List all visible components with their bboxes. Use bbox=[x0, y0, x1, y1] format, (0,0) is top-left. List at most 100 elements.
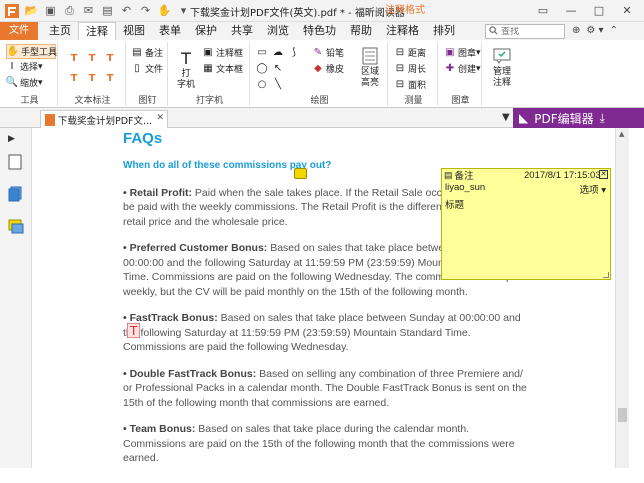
underline-button[interactable]: T bbox=[68, 72, 82, 84]
highlight-button[interactable]: T bbox=[68, 52, 82, 64]
typewriter-button[interactable]: T 打 字机 bbox=[174, 48, 198, 91]
search-box[interactable] bbox=[485, 24, 565, 39]
tab-9[interactable]: 注释格 bbox=[379, 22, 426, 40]
rectangle-button[interactable]: ▭ bbox=[256, 46, 270, 58]
vertical-scrollbar[interactable]: ▲ bbox=[615, 128, 629, 468]
save-icon[interactable]: ▣ bbox=[43, 3, 58, 18]
close-comment-icon[interactable]: ✕ bbox=[599, 170, 608, 179]
comment-popup[interactable]: ▤ 备注 2017/8/1 17:15:03 ✕ liyao_sun 选项 ▾ … bbox=[441, 168, 611, 280]
polygon-button[interactable]: ○ bbox=[256, 78, 270, 90]
zoom-button[interactable]: 🔍 缩放 ▾ bbox=[6, 76, 43, 89]
cloud-button[interactable]: ☁ bbox=[272, 46, 286, 58]
collapse-ribbon-icon[interactable]: ⌃ bbox=[610, 25, 618, 36]
tab-6[interactable]: 浏览 bbox=[260, 22, 296, 40]
comment-box-button[interactable]: ▣ 注释框 bbox=[202, 46, 243, 59]
ribbon-toggle-icon[interactable]: ▭ bbox=[534, 2, 552, 18]
pencil-icon: ✎ bbox=[313, 47, 323, 58]
cloud-icon: ☁ bbox=[273, 46, 283, 58]
open-icon[interactable]: 📂 bbox=[24, 3, 39, 18]
area-button[interactable]: ⊟ 面积 bbox=[394, 78, 426, 91]
print-icon[interactable]: ⎙ bbox=[62, 3, 77, 18]
page-thumbnail-icon[interactable] bbox=[8, 154, 24, 170]
document-tab[interactable]: 下载奖金计划PDF文... ✕ bbox=[40, 110, 168, 128]
arrow-button[interactable]: ↖ bbox=[272, 62, 286, 74]
hand-tool-icon[interactable]: ✋ bbox=[157, 3, 172, 18]
select-icon: I bbox=[10, 61, 14, 72]
faq-paragraph: • FastTrack Bonus: Based on sales that t… bbox=[123, 311, 533, 355]
strikeout-t-icon: T bbox=[106, 52, 114, 64]
underline-squiggly-button[interactable]: T bbox=[86, 52, 100, 64]
select-button[interactable]: I 选择 ▾ bbox=[6, 60, 43, 73]
insert-text-button[interactable]: T bbox=[104, 72, 118, 84]
line-button[interactable]: ╲ bbox=[272, 78, 286, 90]
quick-access-toolbar: 📂 ▣ ⎙ ✉ ▤ ↶ ↷ ✋ ▾ bbox=[24, 3, 191, 18]
comment-options-button[interactable]: 选项 ▾ bbox=[580, 182, 606, 196]
tab-8[interactable]: 帮助 bbox=[343, 22, 379, 40]
tab-10[interactable]: 排列 bbox=[426, 22, 462, 40]
perimeter-button[interactable]: ⊟ 周长 bbox=[394, 62, 426, 75]
replace-text-button[interactable]: T bbox=[86, 72, 100, 84]
pdf-editor-button[interactable]: ◣ PDF编辑器 ⤓ bbox=[513, 108, 644, 128]
polyline-button[interactable]: ⟆ bbox=[288, 46, 302, 58]
tab-0[interactable]: 主页 bbox=[42, 22, 78, 40]
minimize-button[interactable]: — bbox=[562, 2, 580, 18]
scrollbar-thumb[interactable] bbox=[618, 408, 627, 422]
tab-list-dropdown-icon[interactable]: ▼ bbox=[502, 112, 510, 123]
stamp-button[interactable]: ▣ 图章 ▾ bbox=[444, 46, 480, 59]
hand-icon: ✋ bbox=[6, 46, 20, 57]
stamp-icon: ▣ bbox=[445, 47, 455, 58]
pencil-button[interactable]: ✎ 铅笔 bbox=[312, 46, 344, 59]
oval-button[interactable]: ◯ bbox=[256, 62, 270, 74]
file-attach-button[interactable]: ▯ 文件 bbox=[131, 62, 163, 75]
text-select-cursor-icon: T bbox=[127, 323, 140, 338]
comment-body[interactable]: 标题 bbox=[445, 197, 464, 211]
area-highlight-button[interactable]: 区域 高亮 bbox=[356, 46, 384, 89]
email-icon[interactable]: ✉ bbox=[81, 3, 96, 18]
customize-icon[interactable]: ▾ bbox=[176, 3, 191, 18]
group-text-markup: T T T T T T 文本标注 bbox=[60, 42, 126, 106]
group-drawing: ▭ ☁ ⟆ ◯ ↖ ○ ╲ ✎ 铅笔 ◆ 橡皮 区域 高亮 绘图 bbox=[252, 42, 388, 106]
resize-grip-icon[interactable] bbox=[603, 272, 609, 278]
tab-2[interactable]: 视图 bbox=[116, 22, 152, 40]
text-box-button[interactable]: ▦ 文本框 bbox=[202, 62, 243, 75]
manage-comments-button[interactable]: 管理 注释 bbox=[487, 46, 517, 89]
squiggly-t-icon: T bbox=[88, 52, 96, 64]
undo-icon[interactable]: ↶ bbox=[119, 3, 134, 18]
note-icon: ▤ bbox=[132, 47, 142, 58]
scroll-up-icon[interactable]: ▲ bbox=[619, 130, 624, 138]
redo-icon[interactable]: ↷ bbox=[138, 3, 153, 18]
tab-1[interactable]: 注释 bbox=[78, 22, 116, 40]
comments-panel-icon[interactable] bbox=[8, 218, 24, 234]
create-stamp-button[interactable]: ✚ 创建 ▾ bbox=[444, 62, 481, 75]
distance-button[interactable]: ⊟ 距离 bbox=[394, 46, 426, 59]
scan-icon[interactable]: ▤ bbox=[100, 3, 115, 18]
comment-type-label: 备注 bbox=[454, 171, 474, 182]
tab-4[interactable]: 保护 bbox=[188, 22, 224, 40]
search-input[interactable] bbox=[501, 26, 563, 37]
hand-tool-button[interactable]: ✋ 手型工具 bbox=[6, 44, 57, 59]
maximize-button[interactable]: □ bbox=[590, 2, 608, 18]
group-label-stamp: 图章 bbox=[451, 96, 470, 106]
close-tab-icon[interactable]: ✕ bbox=[156, 113, 164, 123]
group-stamp: ▣ 图章 ▾ ✚ 创建 ▾ 图章 bbox=[440, 42, 482, 106]
gear-icon[interactable]: ⚙ ▾ bbox=[586, 25, 603, 36]
tab-7[interactable]: 特色功 bbox=[296, 22, 343, 40]
search-options-icon[interactable]: ⊕ bbox=[572, 25, 580, 36]
eraser-button[interactable]: ◆ 橡皮 bbox=[312, 62, 344, 75]
text-box-icon: ▦ bbox=[203, 63, 213, 74]
tab-5[interactable]: 共享 bbox=[224, 22, 260, 40]
expand-panel-icon[interactable]: ▶ bbox=[8, 134, 24, 150]
comment-note-icon[interactable] bbox=[294, 168, 307, 179]
close-button[interactable]: ✕ bbox=[618, 2, 636, 18]
download-icon: ⤓ bbox=[599, 110, 605, 125]
note-button[interactable]: ▤ 备注 bbox=[131, 46, 163, 59]
strikeout-button[interactable]: T bbox=[104, 52, 118, 64]
search-icon bbox=[489, 25, 498, 38]
tab-3[interactable]: 表单 bbox=[152, 22, 188, 40]
underline-t-icon: T bbox=[70, 72, 78, 84]
group-label-typewriter: 打字机 bbox=[195, 96, 223, 106]
tab-file[interactable]: 文件 bbox=[0, 22, 38, 40]
navigation-sidebar: ▶ bbox=[0, 128, 32, 468]
layers-icon[interactable] bbox=[8, 186, 24, 202]
distance-icon: ⊟ bbox=[395, 47, 405, 58]
